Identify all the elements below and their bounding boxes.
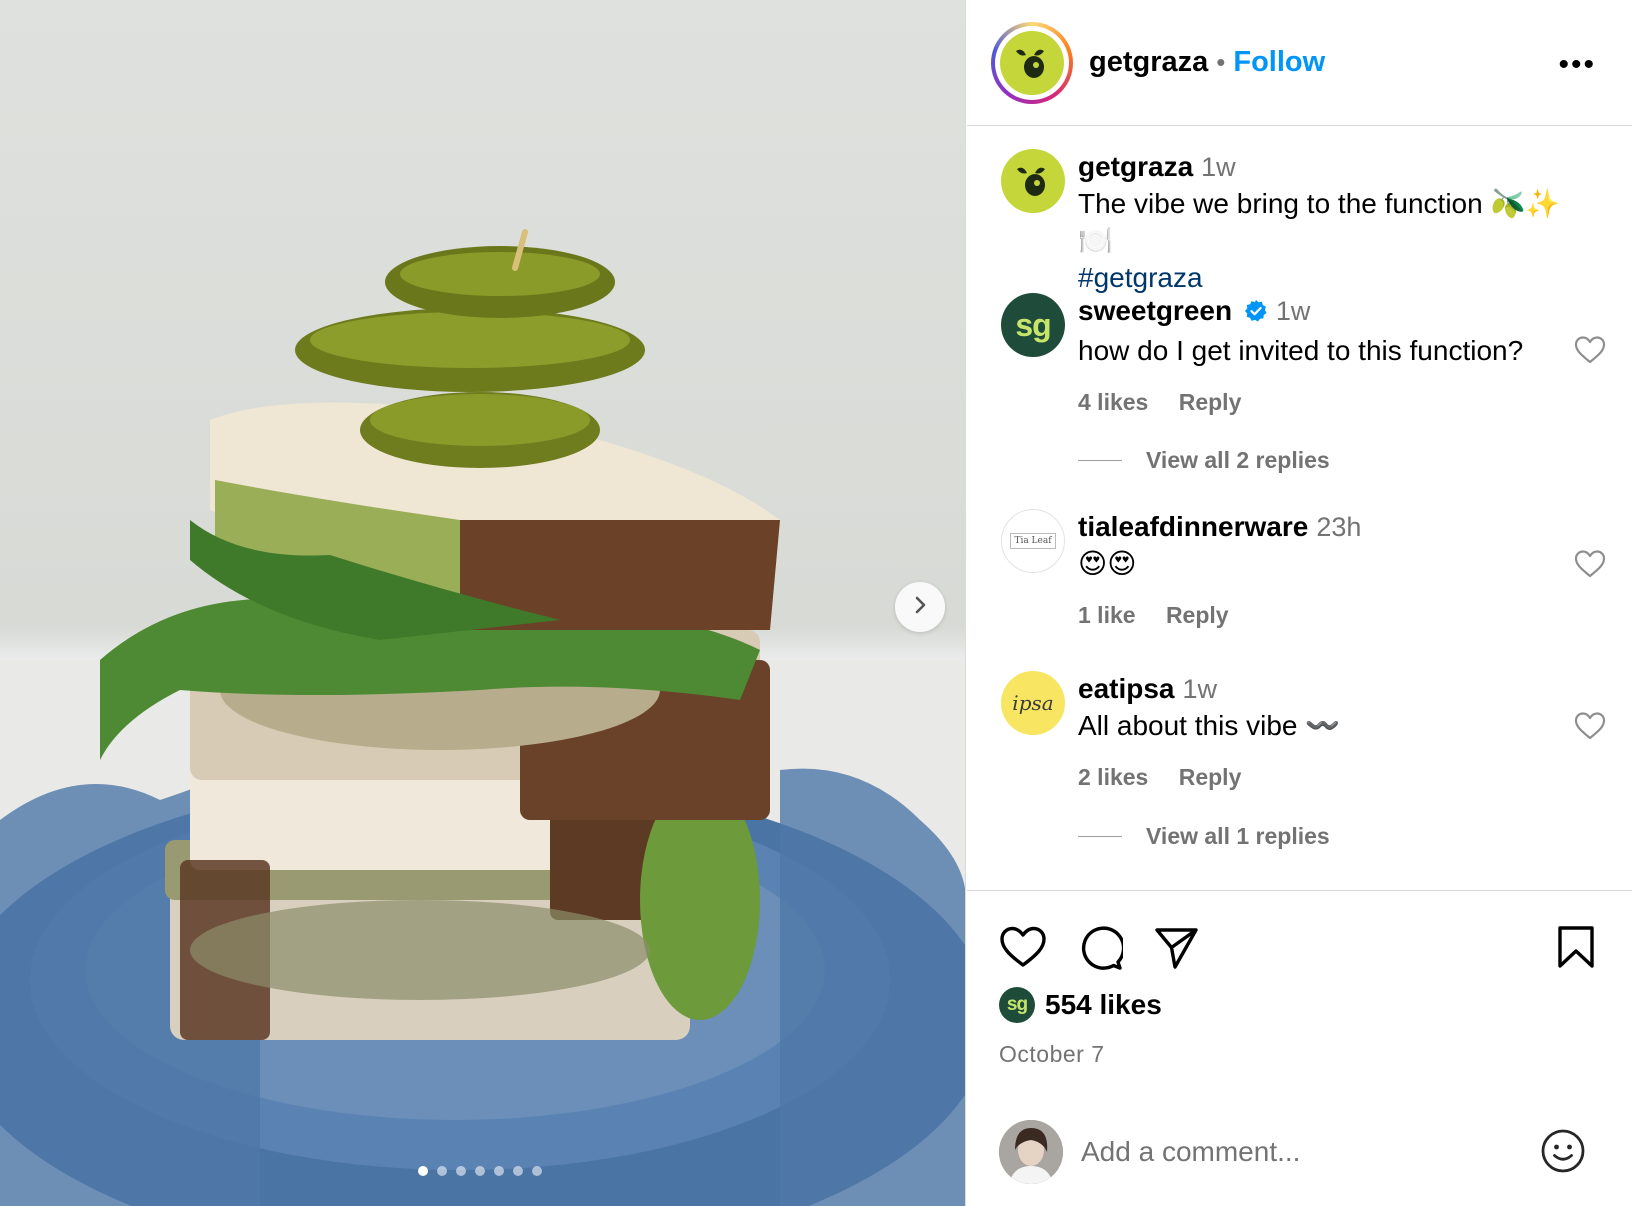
post-actions: sg 554 likes October 7 xyxy=(967,890,1632,1206)
current-user-avatar xyxy=(999,1120,1063,1184)
view-replies-button[interactable]: View all 1 replies xyxy=(1078,823,1330,850)
more-options-icon[interactable]: ••• xyxy=(1558,48,1596,82)
next-slide-button[interactable] xyxy=(895,582,945,632)
comments-list: getgraza 1w The vibe we bring to the func… xyxy=(967,127,1632,890)
graza-avatar[interactable] xyxy=(1001,149,1065,213)
comment-text: All about this vibe 〰️ xyxy=(1078,710,1341,741)
carousel-dot xyxy=(418,1166,428,1176)
carousel-dot xyxy=(456,1166,466,1176)
like-comment-heart-icon[interactable] xyxy=(1574,549,1606,584)
carousel-dot xyxy=(494,1166,504,1176)
comment-likes[interactable]: 4 likes xyxy=(1078,389,1148,415)
comment-text: 😍😍 xyxy=(1078,548,1137,579)
post-details-panel: getgraza • Follow ••• getgraza 1w The vib… xyxy=(967,0,1632,1206)
caption-time: 1w xyxy=(1201,152,1236,182)
carousel-indicator xyxy=(418,1166,542,1176)
header-separator: • xyxy=(1216,47,1226,77)
graza-avatar xyxy=(1000,30,1064,95)
sweetgreen-avatar[interactable]: sg xyxy=(1001,293,1065,357)
add-comment-bar xyxy=(967,1111,1632,1206)
tialeaf-avatar-label: Tia Leaf xyxy=(1010,533,1056,549)
comment-time: 1w xyxy=(1182,674,1218,704)
profile-avatar-ring[interactable] xyxy=(991,21,1073,104)
comment-username[interactable]: sweetgreen xyxy=(1078,295,1232,326)
olive-logo-icon xyxy=(1016,49,1044,78)
view-replies-label: View all 2 replies xyxy=(1146,447,1330,473)
view-replies-button[interactable]: View all 2 replies xyxy=(1078,447,1330,474)
replies-divider xyxy=(1078,460,1122,461)
view-replies-label: View all 1 replies xyxy=(1146,823,1330,849)
likes-count[interactable]: 554 likes xyxy=(1045,989,1162,1021)
replies-divider xyxy=(1078,836,1122,837)
save-bookmark-icon[interactable] xyxy=(1556,925,1596,974)
olive-logo-icon xyxy=(1017,167,1045,196)
carousel-dot xyxy=(532,1166,542,1176)
caption-hashtag[interactable]: #getgraza xyxy=(1078,259,1578,296)
reply-button[interactable]: Reply xyxy=(1179,389,1242,415)
comment-time: 23h xyxy=(1316,512,1362,542)
comment-likes[interactable]: 2 likes xyxy=(1078,764,1148,790)
comment-username[interactable]: tialeafdinnerware xyxy=(1078,511,1308,542)
sandwich-photo xyxy=(0,229,965,1206)
post-author-username[interactable]: getgraza xyxy=(1089,46,1208,79)
comment-bubble-icon[interactable] xyxy=(1077,925,1126,976)
tialeaf-avatar[interactable]: Tia Leaf xyxy=(1001,509,1065,573)
carousel-dot xyxy=(437,1166,447,1176)
reply-button[interactable]: Reply xyxy=(1179,764,1242,790)
like-heart-icon[interactable] xyxy=(999,925,1047,976)
post-header: getgraza • Follow ••• xyxy=(967,0,1632,126)
verified-badge-icon xyxy=(1244,296,1268,332)
post-image[interactable] xyxy=(0,0,966,1206)
caption-username[interactable]: getgraza xyxy=(1078,151,1193,182)
comment-text: how do I get invited to this function? xyxy=(1078,335,1524,366)
comment-likes[interactable]: 1 like xyxy=(1078,602,1136,628)
chevron-right-icon xyxy=(910,595,930,620)
liker-avatar[interactable]: sg xyxy=(999,987,1035,1023)
likes-summary: sg 554 likes xyxy=(999,987,1162,1023)
caption-text: The vibe we bring to the function 🫒✨🍽️ xyxy=(1078,188,1561,256)
comment-time: 1w xyxy=(1275,296,1311,326)
follow-button[interactable]: Follow xyxy=(1233,46,1325,79)
carousel-dot xyxy=(513,1166,523,1176)
emoji-picker-icon[interactable] xyxy=(1540,1128,1586,1179)
comment-input[interactable] xyxy=(1081,1132,1501,1172)
post-date[interactable]: October 7 xyxy=(999,1041,1105,1068)
like-comment-heart-icon[interactable] xyxy=(1574,335,1606,370)
eatipsa-avatar[interactable]: ipsa xyxy=(1001,671,1065,735)
like-comment-heart-icon[interactable] xyxy=(1574,711,1606,746)
share-send-icon[interactable] xyxy=(1153,925,1199,976)
reply-button[interactable]: Reply xyxy=(1166,602,1229,628)
carousel-dot xyxy=(475,1166,485,1176)
comment-username[interactable]: eatipsa xyxy=(1078,673,1175,704)
